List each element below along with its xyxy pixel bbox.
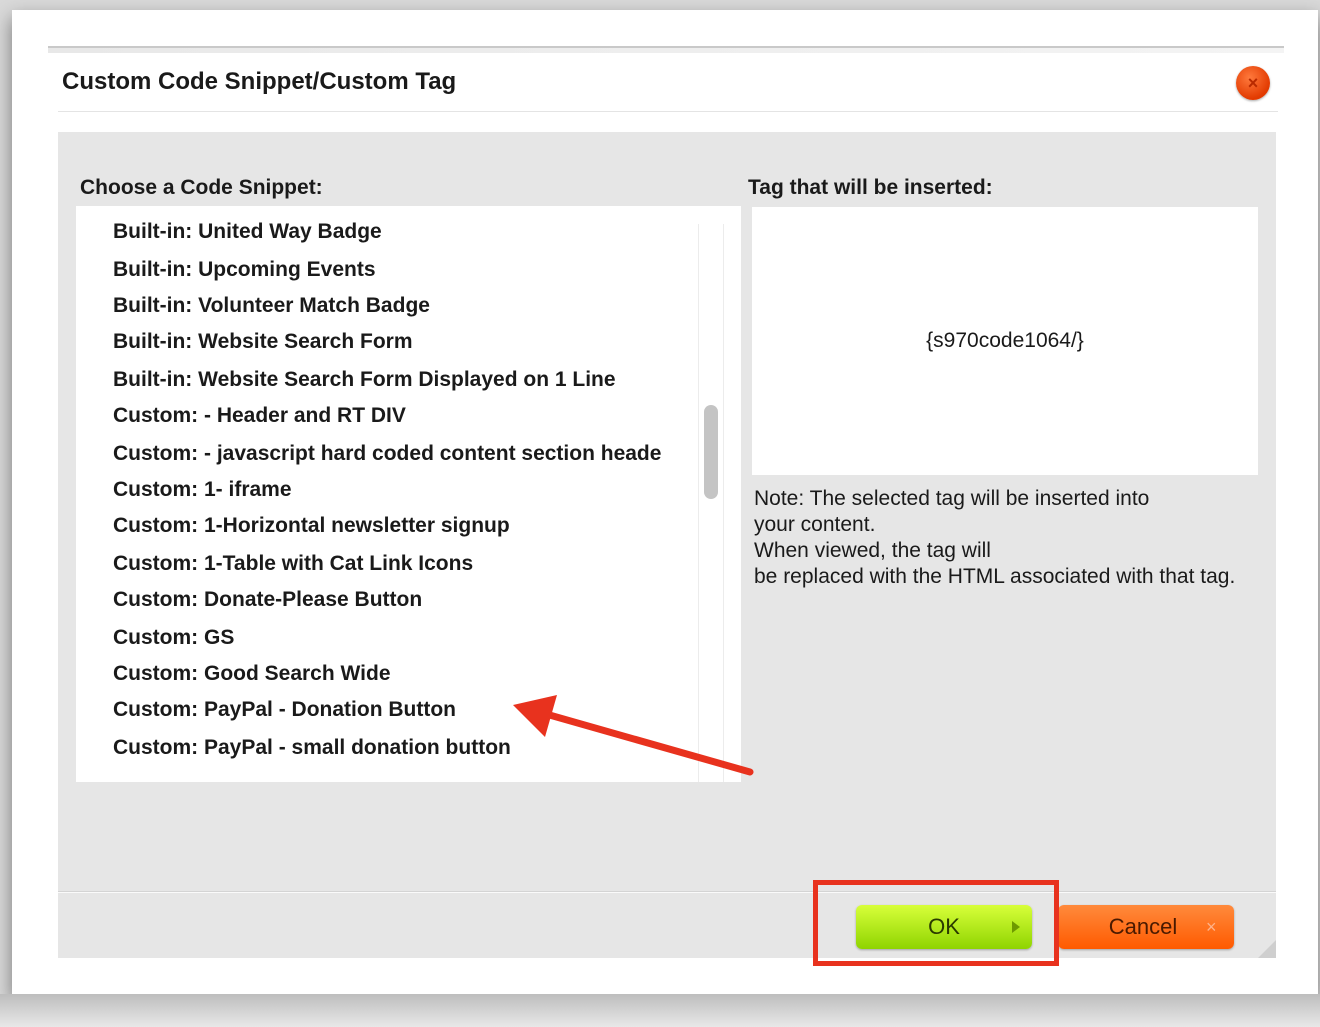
list-item[interactable]: Built-in: Upcoming Events (113, 258, 376, 282)
list-item[interactable]: Built-in: Website Search Form (113, 330, 413, 354)
list-item[interactable]: Built-in: United Way Badge (113, 220, 382, 244)
insert-note: Note: The selected tag will be inserted … (754, 486, 1264, 590)
list-item[interactable]: Custom: - javascript hard coded content … (113, 442, 661, 466)
note-line: your content. (754, 513, 876, 536)
note-line: be replaced with the HTML associated wit… (754, 565, 1236, 588)
list-item[interactable]: Custom: PayPal - small donation button (113, 736, 511, 760)
cancel-button[interactable]: Cancel × (1058, 905, 1234, 949)
page-shadow (0, 994, 1320, 1027)
dialog-title: Custom Code Snippet/Custom Tag (62, 68, 457, 95)
toolbar-strip (48, 46, 1284, 53)
list-item[interactable]: Custom: Donate-Please Button (113, 588, 422, 612)
tag-preview-label: Tag that will be inserted: (748, 176, 993, 199)
footer-divider (58, 892, 1276, 893)
close-icon: × (1206, 917, 1217, 937)
list-item[interactable]: Built-in: Website Search Form Displayed … (113, 368, 616, 392)
close-button[interactable]: × (1236, 66, 1270, 100)
title-divider (58, 111, 1278, 112)
tag-value: {s970code1064/} (926, 329, 1084, 352)
list-item[interactable]: Custom: 1- iframe (113, 478, 292, 502)
tag-preview-box: {s970code1064/} (752, 207, 1258, 475)
ok-button[interactable]: OK (856, 905, 1032, 949)
snippet-list-label: Choose a Code Snippet: (80, 176, 323, 199)
close-icon: × (1247, 72, 1259, 93)
list-item[interactable]: Built-in: Volunteer Match Badge (113, 294, 430, 318)
resize-grip-icon[interactable] (1258, 940, 1276, 958)
scrollbar-thumb[interactable] (704, 405, 718, 499)
list-item[interactable]: Custom: GS (113, 626, 234, 650)
list-scrollbar[interactable] (698, 224, 724, 782)
list-item[interactable]: Custom: 1-Table with Cat Link Icons (113, 552, 473, 576)
list-item[interactable]: Custom: - Header and RT DIV (113, 404, 406, 428)
list-item[interactable]: Custom: PayPal - Donation Button (113, 698, 456, 722)
list-item[interactable]: Custom: 1-Horizontal newsletter signup (113, 514, 510, 538)
list-item[interactable]: Custom: Good Search Wide (113, 662, 391, 686)
cancel-button-label: Cancel (1108, 914, 1178, 939)
snippet-list[interactable]: Built-in: United Way Badge Built-in: Upc… (76, 206, 741, 782)
ok-button-label: OK (928, 914, 960, 939)
arrow-right-icon (1012, 921, 1020, 933)
note-line: Note: The selected tag will be inserted … (754, 487, 1150, 510)
note-line: When viewed, the tag will (754, 539, 991, 562)
